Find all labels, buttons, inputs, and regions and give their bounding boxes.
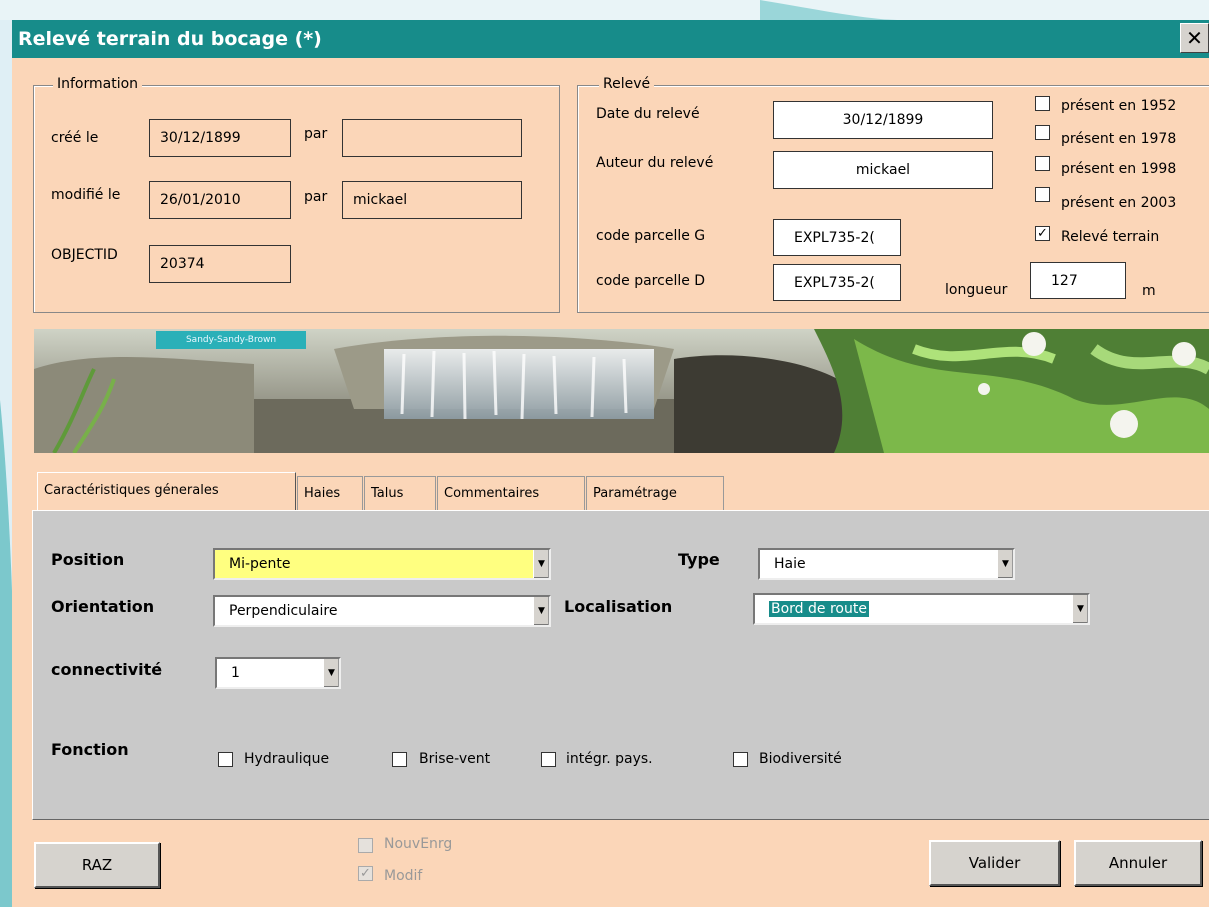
longueur-unit: m bbox=[1142, 283, 1156, 299]
orientation-label: Orientation bbox=[51, 597, 155, 616]
modif-label: Modif bbox=[384, 868, 423, 884]
releve-legend: Relevé bbox=[599, 76, 655, 92]
biodiversite-checkbox[interactable] bbox=[733, 752, 748, 767]
hydraulique-checkbox[interactable] bbox=[218, 752, 233, 767]
check-releve-terrain[interactable]: ✓ bbox=[1035, 226, 1050, 241]
brise-vent-label: Brise-vent bbox=[419, 751, 491, 767]
par1-field[interactable] bbox=[342, 119, 522, 157]
check-1998[interactable] bbox=[1035, 156, 1050, 171]
localisation-label: Localisation bbox=[564, 597, 673, 616]
localisation-value: Bord de route bbox=[769, 601, 869, 617]
integr-pays-label: intégr. pays. bbox=[566, 751, 653, 767]
annuler-button[interactable]: Annuler bbox=[1074, 840, 1202, 886]
connectivite-select[interactable]: 1 ▼ bbox=[215, 657, 341, 689]
check-1978[interactable] bbox=[1035, 125, 1050, 140]
tab-haies[interactable]: Haies bbox=[297, 476, 363, 510]
check-1998-label: présent en 1998 bbox=[1061, 161, 1177, 177]
modif-checkbox: ✓ bbox=[358, 866, 373, 881]
modifie-field[interactable]: 26/01/2010 bbox=[149, 181, 291, 219]
localisation-select[interactable]: Bord de route ▼ bbox=[753, 593, 1090, 625]
raz-button[interactable]: RAZ bbox=[34, 842, 160, 888]
connectivite-label: connectivité bbox=[51, 660, 163, 679]
position-label: Position bbox=[51, 550, 125, 569]
chevron-down-icon[interactable]: ▼ bbox=[533, 550, 549, 578]
parcelle-d-label: code parcelle D bbox=[596, 273, 706, 289]
parcelle-g-field[interactable]: EXPL735-2( bbox=[773, 219, 901, 256]
check-2003[interactable] bbox=[1035, 187, 1050, 202]
longueur-field[interactable]: 127 bbox=[1030, 262, 1126, 299]
position-value: Mi-pente bbox=[229, 556, 291, 572]
type-value: Haie bbox=[774, 556, 806, 572]
type-label: Type bbox=[678, 550, 720, 569]
type-select[interactable]: Haie ▼ bbox=[758, 548, 1015, 580]
objectid-field[interactable]: 20374 bbox=[149, 245, 291, 283]
information-legend: Information bbox=[53, 76, 143, 92]
tab-parametrage[interactable]: Paramétrage bbox=[586, 476, 724, 510]
par2-label: par bbox=[304, 189, 328, 205]
auteur-releve-label: Auteur du relevé bbox=[596, 155, 714, 171]
tab-commentaires[interactable]: Commentaires bbox=[437, 476, 585, 510]
hydraulique-label: Hydraulique bbox=[244, 751, 330, 767]
par2-field[interactable]: mickael bbox=[342, 181, 522, 219]
biodiversite-label: Biodiversité bbox=[759, 751, 842, 767]
objectid-label: OBJECTID bbox=[51, 247, 118, 263]
longueur-label: longueur bbox=[945, 282, 1008, 298]
window-title: Relevé terrain du bocage (*) bbox=[12, 20, 1209, 58]
banner-label: Sandy-Sandy-Brown bbox=[156, 331, 306, 349]
nouvenrg-label: NouvEnrg bbox=[384, 836, 453, 852]
banner-image: Sandy-Sandy-Brown bbox=[34, 329, 1209, 453]
close-icon: ✕ bbox=[1186, 26, 1203, 50]
connectivite-value: 1 bbox=[231, 665, 240, 681]
modifie-label: modifié le bbox=[51, 187, 121, 203]
date-releve-label: Date du relevé bbox=[596, 106, 700, 122]
chevron-down-icon[interactable]: ▼ bbox=[997, 550, 1013, 578]
par1-label: par bbox=[304, 126, 328, 142]
brise-vent-checkbox[interactable] bbox=[392, 752, 407, 767]
check-1978-label: présent en 1978 bbox=[1061, 131, 1177, 147]
valider-button[interactable]: Valider bbox=[929, 840, 1060, 886]
auteur-releve-field[interactable]: mickael bbox=[773, 151, 993, 189]
check-1952[interactable] bbox=[1035, 96, 1050, 111]
check-releve-terrain-label: Relevé terrain bbox=[1061, 229, 1160, 245]
orientation-value: Perpendiculaire bbox=[229, 603, 338, 619]
chevron-down-icon[interactable]: ▼ bbox=[1072, 595, 1088, 623]
chevron-down-icon[interactable]: ▼ bbox=[533, 597, 549, 625]
integr-pays-checkbox[interactable] bbox=[541, 752, 556, 767]
orientation-select[interactable]: Perpendiculaire ▼ bbox=[213, 595, 551, 627]
date-releve-field[interactable]: 30/12/1899 bbox=[773, 101, 993, 139]
nouvenrg-checkbox bbox=[358, 838, 373, 853]
cree-field[interactable]: 30/12/1899 bbox=[149, 119, 291, 157]
tab-talus[interactable]: Talus bbox=[364, 476, 436, 510]
chevron-down-icon[interactable]: ▼ bbox=[323, 659, 339, 687]
check-2003-label: présent en 2003 bbox=[1061, 195, 1177, 211]
parcelle-d-field[interactable]: EXPL735-2( bbox=[773, 264, 901, 301]
position-select[interactable]: Mi-pente ▼ bbox=[213, 548, 551, 580]
tab-caracteristiques[interactable]: Caractéristiques génerales bbox=[37, 472, 296, 512]
check-1952-label: présent en 1952 bbox=[1061, 98, 1177, 114]
tab-panel bbox=[32, 510, 1209, 820]
parcelle-g-label: code parcelle G bbox=[596, 228, 706, 244]
fonction-label: Fonction bbox=[51, 740, 129, 759]
cree-label: créé le bbox=[51, 130, 99, 146]
close-button[interactable]: ✕ bbox=[1180, 23, 1209, 53]
